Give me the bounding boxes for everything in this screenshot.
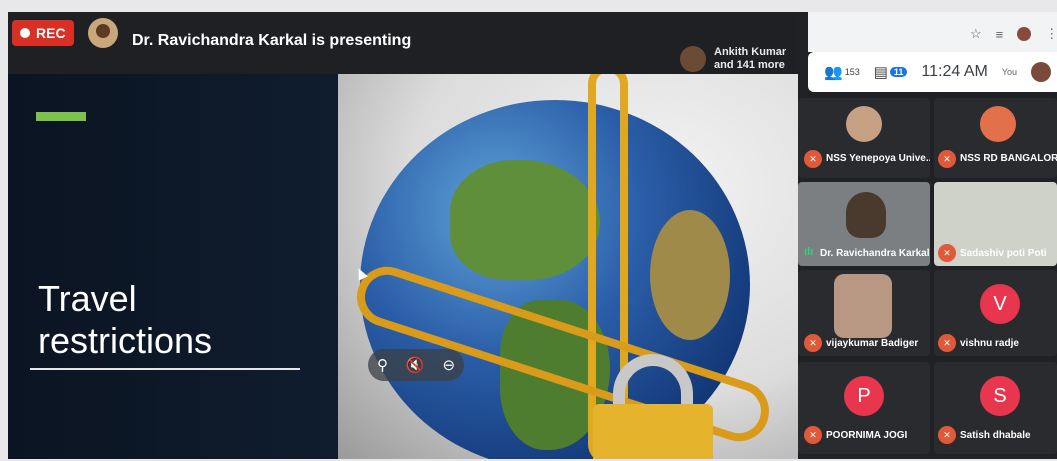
participant-letter-avatar: V: [980, 284, 1020, 324]
participant-video-tile[interactable]: ✕ Sadashiv poti Poti: [934, 182, 1057, 266]
slide-image-chained-globe: [338, 74, 798, 459]
record-dot-icon: [20, 28, 30, 38]
participant-avatar: [846, 106, 882, 142]
tile-hover-controls: ⚲ 🔇 ⊖: [368, 349, 464, 381]
slide-title-line1: Travel: [38, 278, 137, 319]
pin-icon[interactable]: ⚲: [377, 356, 388, 374]
viewer-name: Ankith Kumar: [714, 46, 787, 58]
participant-name: vijaykumar Badiger: [826, 338, 919, 349]
mic-off-icon: ✕: [938, 426, 956, 444]
mic-off-icon: ✕: [938, 244, 956, 262]
participant-letter-avatar: P: [844, 376, 884, 416]
padlock-icon: [593, 404, 713, 459]
participant-tile[interactable]: ✕ NSS RD BANGALORE: [934, 98, 1057, 178]
clock-time: 11:24 AM: [921, 63, 988, 80]
participant-tile[interactable]: P ✕ POORNIMA JOGI: [798, 362, 930, 454]
meeting-header: REC Dr. Ravichandra Karkal is presenting…: [8, 12, 798, 74]
recording-label: REC: [36, 25, 66, 41]
slide-title-line2: restrictions: [38, 320, 213, 361]
africa-land: [650, 210, 730, 340]
people-button[interactable]: 👥 153: [824, 63, 860, 81]
viewer-more: and 141 more: [714, 59, 785, 71]
star-icon[interactable]: ☆: [970, 26, 982, 42]
participant-video: [846, 192, 886, 238]
participant-name: vishnu radje: [960, 338, 1019, 349]
people-icon: 👥: [824, 64, 843, 81]
viewer-avatar: [680, 46, 706, 72]
slide-accent-bar: [36, 112, 86, 121]
participant-name: POORNIMA JOGI: [826, 430, 908, 441]
participant-video-tile[interactable]: ılı Dr. Ravichandra Karkal: [798, 182, 930, 266]
more-icon[interactable]: ⋮: [1045, 26, 1057, 42]
participant-name: Dr. Ravichandra Karkal: [820, 248, 930, 259]
participant-name: NSS Yenepoya Unive...: [826, 153, 930, 164]
mic-off-icon: ✕: [804, 426, 822, 444]
participant-video-tile[interactable]: ✕ vijaykumar Badiger: [798, 270, 930, 356]
profile-icon[interactable]: [1017, 27, 1032, 41]
mic-off-icon: ✕: [938, 334, 956, 352]
participant-avatar: [980, 106, 1016, 142]
people-count: 153: [844, 67, 860, 77]
participant-name: Satish dhabale: [960, 430, 1031, 441]
you-label: You: [1001, 67, 1018, 77]
presentation-slide: Travel restrictions ⚲ 🔇 ⊖: [8, 74, 798, 459]
self-avatar[interactable]: [1031, 62, 1052, 82]
participant-name: NSS RD BANGALORE: [960, 153, 1057, 164]
participant-tile[interactable]: S ✕ Satish dhabale: [934, 362, 1057, 454]
presenter-avatar: [88, 18, 118, 48]
slide-title-panel: Travel restrictions: [8, 74, 338, 459]
slide-title-underline: [30, 368, 300, 370]
north-america-land: [450, 160, 600, 280]
participant-letter-avatar: S: [980, 376, 1020, 416]
mic-off-icon: ✕: [938, 150, 956, 168]
recording-badge: REC: [12, 20, 74, 46]
viewers-indicator[interactable]: Ankith Kumar and 141 more: [680, 46, 786, 72]
speaking-indicator-icon: ılı: [804, 246, 814, 258]
playlist-icon[interactable]: ≡: [996, 27, 1004, 42]
participant-name: Sadashiv poti Poti: [960, 248, 1047, 259]
meeting-screen: REC Dr. Ravichandra Karkal is presenting…: [8, 12, 1057, 459]
presenting-text: Dr. Ravichandra Karkal is presenting: [132, 32, 412, 49]
chat-icon: ▤: [873, 64, 888, 81]
chat-count-badge: 11: [889, 67, 908, 77]
participant-video: [834, 274, 892, 338]
mic-off-icon: ✕: [804, 150, 822, 168]
mic-off-icon: ✕: [804, 334, 822, 352]
browser-icons: ☆ ≡ ⋮: [970, 26, 1057, 42]
participant-tile[interactable]: ✕ NSS Yenepoya Unive...: [798, 98, 930, 178]
remove-icon[interactable]: ⊖: [442, 356, 455, 374]
participant-tile[interactable]: V ✕ vishnu radje: [934, 270, 1057, 356]
chat-button[interactable]: ▤ 11: [874, 63, 908, 81]
meeting-toolbar: 👥 153 ▤ 11 11:24 AM You: [808, 52, 1057, 92]
mute-icon[interactable]: 🔇: [406, 356, 425, 374]
